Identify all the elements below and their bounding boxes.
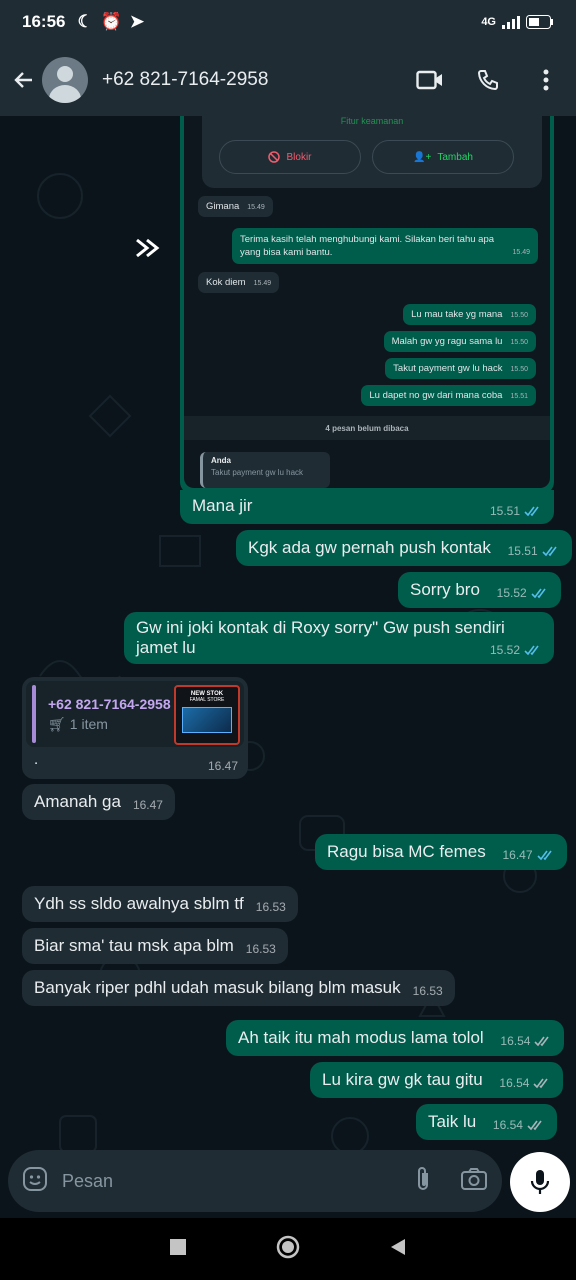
block-icon <box>268 151 281 163</box>
more-options-button[interactable] <box>526 60 566 100</box>
add-person-icon: 👤+ <box>413 151 432 163</box>
mini-message: Lu dapet no gw dari mana coba 15.51 <box>361 385 536 406</box>
phone-icon <box>477 70 498 91</box>
reply-text: Takut payment gw lu hack <box>211 468 304 477</box>
forward-icon <box>136 238 160 258</box>
forward-button[interactable] <box>134 236 164 262</box>
mini-message: Malah gw yg ragu sama lu 15.50 <box>383 331 536 352</box>
home-circle-icon <box>276 1235 300 1258</box>
video-call-button[interactable] <box>410 60 450 100</box>
signal-icon <box>502 16 520 29</box>
triangle-back-icon <box>391 1238 405 1255</box>
reply-preview: Anda Takut payment gw lu hack <box>200 452 330 488</box>
recents-button[interactable] <box>170 1238 186 1260</box>
incoming-message[interactable]: Amanah ga 16.47 <box>22 784 175 820</box>
product-seller: +62 821-7164-2958 <box>48 695 171 712</box>
mini-message: Gimana 15.49 <box>198 196 273 217</box>
telegram-icon: ➤ <box>129 12 145 31</box>
add-label: Tambah <box>437 151 473 163</box>
image-caption: Mana jir 15.51 <box>180 490 554 524</box>
square-icon <box>170 1238 186 1255</box>
quote-bar <box>32 685 36 743</box>
outgoing-message[interactable]: Gw ini joki kontak di Roxy sorry" Gw pus… <box>124 612 554 664</box>
sticker-icon <box>23 1166 47 1191</box>
product-caption: . <box>34 751 39 768</box>
reply-author: Anda <box>211 456 231 465</box>
camera-button[interactable] <box>460 1167 488 1196</box>
image-message[interactable]: Fitur keamanan Blokir 👤+ Tambah Gimana 15… <box>180 116 554 494</box>
moon-icon: ☾ <box>77 12 93 31</box>
screenshot-image[interactable]: Fitur keamanan Blokir 👤+ Tambah Gimana 15… <box>184 116 550 488</box>
message-input[interactable]: Pesan <box>62 1171 414 1192</box>
voice-record-button[interactable] <box>510 1152 570 1212</box>
mini-message: Kok diem 15.49 <box>198 272 280 293</box>
add-contact-button: 👤+ Tambah <box>372 140 514 174</box>
sticker-button[interactable] <box>22 1166 48 1197</box>
block-button: Blokir <box>219 140 361 174</box>
arrow-left-icon <box>14 72 32 88</box>
block-label: Blokir <box>286 151 312 163</box>
delivered-ticks-icon <box>534 1036 550 1046</box>
catalog-message[interactable]: +62 821-7164-2958 🛒︎ 1 item NEW STOK FAM… <box>22 677 248 779</box>
system-navigation-bar <box>0 1218 576 1280</box>
message-composer: Pesan <box>8 1150 502 1212</box>
status-time: 16:56 <box>22 12 66 31</box>
nav-back-button[interactable] <box>390 1238 406 1261</box>
contact-name[interactable]: +62 821-7164-2958 <box>102 69 392 91</box>
paperclip-icon <box>418 1166 428 1190</box>
chat-header: +62 821-7164-2958 <box>0 44 576 116</box>
delivered-ticks-icon <box>533 1078 549 1088</box>
camera-icon <box>461 1167 487 1190</box>
incoming-message[interactable]: Biar sma' tau msk apa blm 16.53 <box>22 928 288 964</box>
security-label: Fitur keamanan <box>340 116 404 126</box>
delivered-ticks-icon <box>527 1120 542 1130</box>
home-button[interactable] <box>276 1235 300 1264</box>
read-ticks-icon <box>524 506 539 516</box>
incoming-message[interactable]: Ydh ss sldo awalnya sblm tf 16.53 <box>22 886 298 922</box>
security-card: Fitur keamanan Blokir 👤+ Tambah <box>202 116 542 188</box>
product-items: 1 item <box>69 716 108 732</box>
read-ticks-icon <box>531 588 546 598</box>
kebab-menu-icon <box>543 69 549 91</box>
unread-divider: 4 pesan belum dibaca <box>184 416 550 440</box>
read-ticks-icon <box>524 645 539 655</box>
product-preview[interactable]: +62 821-7164-2958 🛒︎ 1 item NEW STOK FAM… <box>26 681 244 747</box>
cart-icon: 🛒︎ <box>48 715 66 732</box>
mini-message: Takut payment gw lu hack 15.50 <box>385 358 536 379</box>
mini-message: Lu mau take yg mana 15.50 <box>403 304 536 325</box>
product-thumbnail: NEW STOK FAMAL STORE <box>174 685 240 745</box>
outgoing-message[interactable]: Ah taik itu mah modus lama tolol 16.54 <box>226 1020 565 1056</box>
voice-call-button[interactable] <box>468 60 508 100</box>
video-icon <box>416 70 442 90</box>
read-ticks-icon <box>536 850 552 860</box>
caption-text: Mana jir <box>192 496 253 515</box>
status-bar: 16:56 ☾ ⏰ ➤ 4G <box>0 0 576 44</box>
avatar[interactable] <box>42 57 88 103</box>
alarm-icon: ⏰ <box>100 12 122 31</box>
read-ticks-icon <box>542 546 557 556</box>
outgoing-message[interactable]: Sorry bro 15.52 <box>398 572 561 608</box>
outgoing-message[interactable]: Kgk ada gw pernah push kontak 15.51 <box>236 530 572 566</box>
back-button[interactable] <box>10 66 38 94</box>
mini-message: Terima kasih telah menghubungi kami. Sil… <box>232 228 538 264</box>
outgoing-message[interactable]: Lu kira gw gk tau gitu 16.54 <box>310 1062 564 1098</box>
battery-icon <box>526 15 553 29</box>
attach-button[interactable] <box>414 1165 432 1198</box>
incoming-message[interactable]: Banyak riper pdhl udah masuk bilang blm … <box>22 970 455 1006</box>
outgoing-message[interactable]: Taik lu 16.54 <box>416 1104 557 1140</box>
network-label: 4G <box>481 16 496 28</box>
microphone-icon <box>530 1170 550 1194</box>
outgoing-message[interactable]: Ragu bisa MC femes 16.47 <box>315 834 567 870</box>
product-time: 16.47 <box>207 759 238 773</box>
